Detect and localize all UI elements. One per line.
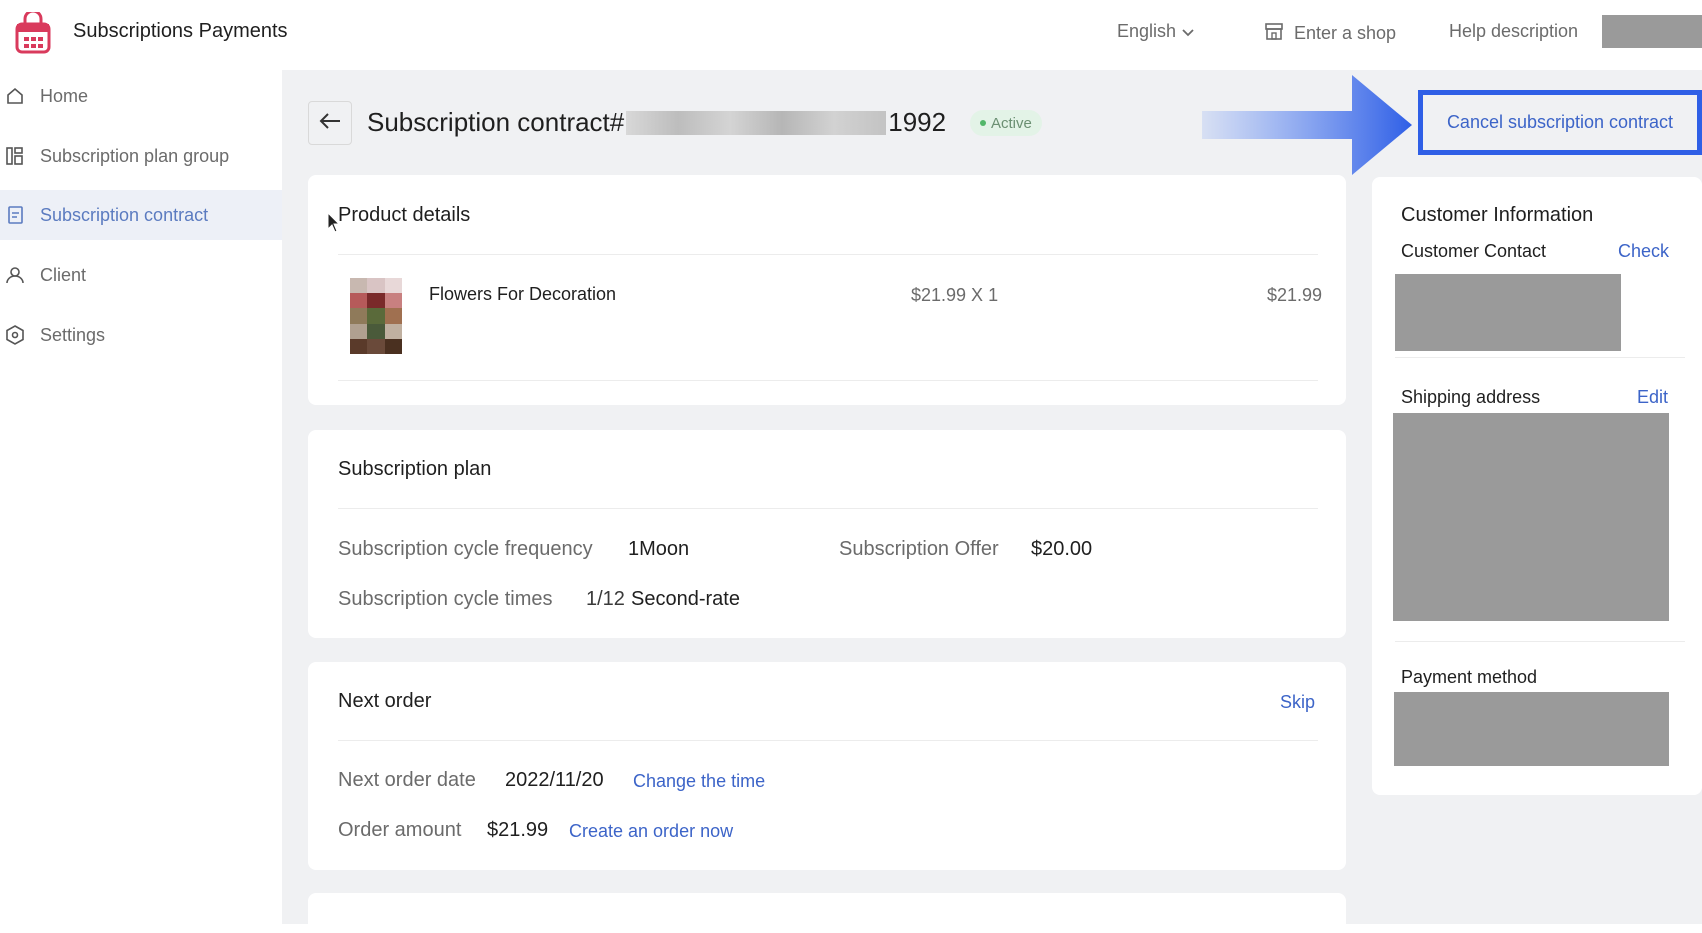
mouse-cursor-icon xyxy=(327,211,341,234)
account-avatar[interactable] xyxy=(1602,15,1702,48)
sidebar-item-settings[interactable]: Settings xyxy=(0,310,282,360)
cycle-frequency-value: 1Moon xyxy=(628,538,690,560)
redacted-contract-id xyxy=(626,110,887,135)
settings-icon xyxy=(4,324,26,346)
shipping-address-label: Shipping address xyxy=(1401,387,1541,407)
edit-link[interactable]: Edit xyxy=(1637,387,1668,408)
sidebar-item-subscription-plan-group[interactable]: Subscription plan group xyxy=(0,131,282,181)
customer-information-panel: Customer Information Customer Contact Ch… xyxy=(1372,177,1702,795)
sidebar-item-client[interactable]: Client xyxy=(0,250,282,300)
product-total: $21.99 xyxy=(1267,285,1323,305)
product-thumbnail-image xyxy=(350,278,402,354)
customer-information-title: Customer Information xyxy=(1401,204,1594,226)
customer-contact-label: Customer Contact xyxy=(1401,241,1547,261)
cycle-times-label: Subscription cycle times xyxy=(338,588,553,610)
subscription-offer-label: Subscription Offer xyxy=(839,538,999,560)
product-price-qty: $21.99 X 1 xyxy=(911,285,999,305)
sidebar-item-home[interactable]: Home xyxy=(0,71,282,121)
payment-method-label: Payment method xyxy=(1401,667,1538,687)
back-button[interactable] xyxy=(308,101,352,145)
product-details-title: Product details xyxy=(338,204,471,226)
user-icon xyxy=(4,264,26,286)
divider xyxy=(338,254,1318,255)
next-order-date-label: Next order date xyxy=(338,769,476,791)
subscription-offer-value: $20.00 xyxy=(1031,538,1093,560)
status-label: Active xyxy=(991,114,1032,132)
contract-icon xyxy=(4,204,26,226)
divider xyxy=(338,508,1318,509)
divider xyxy=(338,740,1318,741)
language-label: English xyxy=(1117,21,1177,41)
divider xyxy=(338,380,1318,381)
store-icon xyxy=(1264,21,1284,46)
product-name: Flowers For Decoration xyxy=(429,284,617,304)
pointer-arrow-icon xyxy=(1202,75,1412,175)
next-order-card: Next order xyxy=(308,662,1346,870)
enter-shop-label: Enter a shop xyxy=(1294,23,1397,43)
subscription-plan-title: Subscription plan xyxy=(338,458,492,480)
payment-method-redacted xyxy=(1394,692,1669,766)
skip-link[interactable]: Skip xyxy=(1280,692,1315,713)
order-amount-label: Order amount xyxy=(338,819,462,841)
create-order-link[interactable]: Create an order now xyxy=(569,821,733,842)
sidebar-item-label: Home xyxy=(40,85,89,106)
status-badge: Active xyxy=(970,110,1042,136)
sidebar-item-label: Settings xyxy=(40,324,106,345)
divider xyxy=(1395,641,1685,642)
sidebar-item-label: Subscription contract xyxy=(40,204,209,225)
sidebar-item-subscription-contract[interactable]: Subscription contract xyxy=(0,190,282,240)
check-link[interactable]: Check xyxy=(1618,241,1669,262)
cycle-times-count: 1/12 xyxy=(586,588,625,610)
sidebar-item-label: Client xyxy=(40,264,87,285)
page-title: Subscription contract# 1992 xyxy=(367,107,946,138)
customer-contact-redacted xyxy=(1395,274,1621,351)
divider xyxy=(1395,357,1685,358)
shipping-address-redacted xyxy=(1393,413,1669,621)
next-section-card xyxy=(308,893,1346,933)
cycle-times-unit: Second-rate xyxy=(631,588,740,610)
app-title: Subscriptions Payments xyxy=(73,20,288,42)
cycle-frequency-label: Subscription cycle frequency xyxy=(338,538,593,560)
next-order-title: Next order xyxy=(338,690,432,712)
plan-group-icon xyxy=(4,145,26,167)
sidebar-item-label: Subscription plan group xyxy=(40,145,230,166)
chevron-down-icon xyxy=(1182,21,1194,42)
app-logo-icon xyxy=(14,9,52,54)
help-description-link[interactable]: Help description xyxy=(1449,21,1578,42)
next-order-date-value: 2022/11/20 xyxy=(505,769,604,791)
order-amount-value: $21.99 xyxy=(487,819,549,841)
top-bar: Subscriptions Payments English Enter a s… xyxy=(0,0,1702,70)
page-title-prefix: Subscription contract# xyxy=(367,107,625,137)
change-time-link[interactable]: Change the time xyxy=(633,771,765,792)
page-title-suffix: 1992 xyxy=(888,107,947,137)
status-dot-icon xyxy=(980,120,986,126)
language-selector[interactable]: English xyxy=(1117,21,1194,42)
cancel-subscription-contract-button[interactable]: Cancel subscription contract xyxy=(1418,90,1702,155)
arrow-left-icon xyxy=(319,112,341,135)
enter-shop-link[interactable]: Enter a shop xyxy=(1264,21,1396,46)
sidebar: Home Subscription plan group Subscriptio… xyxy=(0,70,282,924)
home-icon xyxy=(4,85,26,107)
